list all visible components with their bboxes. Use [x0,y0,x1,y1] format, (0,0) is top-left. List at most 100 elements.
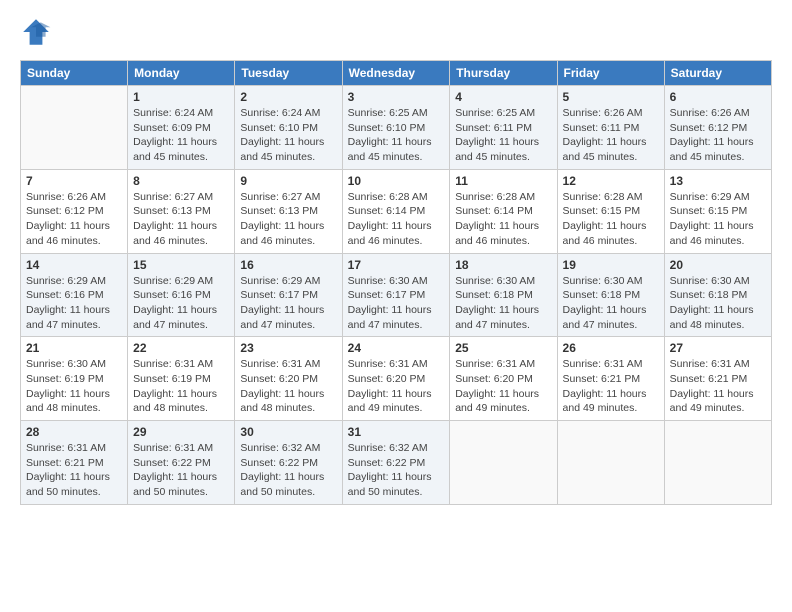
day-info: Sunrise: 6:31 AMSunset: 6:20 PMDaylight:… [240,357,336,416]
day-info: Sunrise: 6:28 AMSunset: 6:15 PMDaylight:… [563,190,659,249]
calendar-day-cell: 7 Sunrise: 6:26 AMSunset: 6:12 PMDaylight… [21,169,128,253]
day-info: Sunrise: 6:28 AMSunset: 6:14 PMDaylight:… [455,190,551,249]
weekday-header: Friday [557,61,664,86]
calendar-day-cell: 28 Sunrise: 6:31 AMSunset: 6:21 PMDayligh… [21,421,128,505]
weekday-header: Tuesday [235,61,342,86]
calendar-day-cell: 9 Sunrise: 6:27 AMSunset: 6:13 PMDaylight… [235,169,342,253]
calendar-day-cell: 4 Sunrise: 6:25 AMSunset: 6:11 PMDaylight… [450,86,557,170]
day-info: Sunrise: 6:32 AMSunset: 6:22 PMDaylight:… [240,441,336,500]
day-info: Sunrise: 6:32 AMSunset: 6:22 PMDaylight:… [348,441,445,500]
calendar-day-cell: 6 Sunrise: 6:26 AMSunset: 6:12 PMDaylight… [664,86,771,170]
day-info: Sunrise: 6:27 AMSunset: 6:13 PMDaylight:… [133,190,229,249]
calendar-week-row: 7 Sunrise: 6:26 AMSunset: 6:12 PMDaylight… [21,169,772,253]
calendar-day-cell [450,421,557,505]
calendar-day-cell: 26 Sunrise: 6:31 AMSunset: 6:21 PMDayligh… [557,337,664,421]
day-info: Sunrise: 6:29 AMSunset: 6:16 PMDaylight:… [26,274,122,333]
weekday-header: Sunday [21,61,128,86]
day-number: 20 [670,258,766,272]
calendar-day-cell: 14 Sunrise: 6:29 AMSunset: 6:16 PMDayligh… [21,253,128,337]
day-info: Sunrise: 6:31 AMSunset: 6:20 PMDaylight:… [348,357,445,416]
calendar-day-cell: 25 Sunrise: 6:31 AMSunset: 6:20 PMDayligh… [450,337,557,421]
day-number: 18 [455,258,551,272]
day-number: 29 [133,425,229,439]
calendar-day-cell: 12 Sunrise: 6:28 AMSunset: 6:15 PMDayligh… [557,169,664,253]
day-number: 1 [133,90,229,104]
day-number: 19 [563,258,659,272]
day-info: Sunrise: 6:30 AMSunset: 6:19 PMDaylight:… [26,357,122,416]
calendar-day-cell: 20 Sunrise: 6:30 AMSunset: 6:18 PMDayligh… [664,253,771,337]
day-number: 22 [133,341,229,355]
day-info: Sunrise: 6:31 AMSunset: 6:21 PMDaylight:… [563,357,659,416]
day-number: 15 [133,258,229,272]
day-info: Sunrise: 6:31 AMSunset: 6:20 PMDaylight:… [455,357,551,416]
calendar-week-row: 1 Sunrise: 6:24 AMSunset: 6:09 PMDaylight… [21,86,772,170]
day-number: 27 [670,341,766,355]
calendar-day-cell: 22 Sunrise: 6:31 AMSunset: 6:19 PMDayligh… [128,337,235,421]
day-number: 5 [563,90,659,104]
day-info: Sunrise: 6:31 AMSunset: 6:19 PMDaylight:… [133,357,229,416]
day-info: Sunrise: 6:30 AMSunset: 6:17 PMDaylight:… [348,274,445,333]
day-number: 14 [26,258,122,272]
day-info: Sunrise: 6:30 AMSunset: 6:18 PMDaylight:… [455,274,551,333]
calendar-week-row: 14 Sunrise: 6:29 AMSunset: 6:16 PMDayligh… [21,253,772,337]
calendar-day-cell: 5 Sunrise: 6:26 AMSunset: 6:11 PMDaylight… [557,86,664,170]
day-number: 30 [240,425,336,439]
day-info: Sunrise: 6:31 AMSunset: 6:22 PMDaylight:… [133,441,229,500]
weekday-header: Monday [128,61,235,86]
day-number: 9 [240,174,336,188]
day-number: 6 [670,90,766,104]
calendar-day-cell: 18 Sunrise: 6:30 AMSunset: 6:18 PMDayligh… [450,253,557,337]
day-info: Sunrise: 6:26 AMSunset: 6:11 PMDaylight:… [563,106,659,165]
page-header [20,16,772,48]
calendar-day-cell: 30 Sunrise: 6:32 AMSunset: 6:22 PMDayligh… [235,421,342,505]
day-number: 8 [133,174,229,188]
calendar-day-cell: 2Sunrise: 6:24 AMSunset: 6:10 PMDaylight… [235,86,342,170]
calendar-day-cell [664,421,771,505]
day-info: Sunrise: 6:29 AMSunset: 6:17 PMDaylight:… [240,274,336,333]
calendar-day-cell [557,421,664,505]
calendar-day-cell: 11 Sunrise: 6:28 AMSunset: 6:14 PMDayligh… [450,169,557,253]
calendar-day-cell: 19Sunrise: 6:30 AMSunset: 6:18 PMDayligh… [557,253,664,337]
calendar-table: SundayMondayTuesdayWednesdayThursdayFrid… [20,60,772,505]
calendar-week-row: 28 Sunrise: 6:31 AMSunset: 6:21 PMDayligh… [21,421,772,505]
day-number: 23 [240,341,336,355]
logo-icon [20,16,52,48]
calendar-day-cell: 8 Sunrise: 6:27 AMSunset: 6:13 PMDaylight… [128,169,235,253]
day-number: 16 [240,258,336,272]
day-info: Sunrise: 6:25 AMSunset: 6:11 PMDaylight:… [455,106,551,165]
calendar-day-cell: 1 Sunrise: 6:24 AMSunset: 6:09 PMDaylight… [128,86,235,170]
day-number: 31 [348,425,445,439]
day-number: 25 [455,341,551,355]
day-info: Sunrise: 6:26 AMSunset: 6:12 PMDaylight:… [26,190,122,249]
day-info: Sunrise: 6:26 AMSunset: 6:12 PMDaylight:… [670,106,766,165]
day-info: Sunrise: 6:27 AMSunset: 6:13 PMDaylight:… [240,190,336,249]
calendar-day-cell: 17Sunrise: 6:30 AMSunset: 6:17 PMDayligh… [342,253,450,337]
day-info: Sunrise: 6:31 AMSunset: 6:21 PMDaylight:… [670,357,766,416]
day-number: 3 [348,90,445,104]
day-number: 12 [563,174,659,188]
day-number: 26 [563,341,659,355]
weekday-header: Thursday [450,61,557,86]
calendar-day-cell: 23 Sunrise: 6:31 AMSunset: 6:20 PMDayligh… [235,337,342,421]
day-number: 11 [455,174,551,188]
day-info: Sunrise: 6:29 AMSunset: 6:15 PMDaylight:… [670,190,766,249]
day-info: Sunrise: 6:24 AMSunset: 6:10 PMDaylight:… [240,106,336,165]
weekday-header: Wednesday [342,61,450,86]
weekday-header: Saturday [664,61,771,86]
calendar-day-cell: 29 Sunrise: 6:31 AMSunset: 6:22 PMDayligh… [128,421,235,505]
calendar-day-cell: 21Sunrise: 6:30 AMSunset: 6:19 PMDayligh… [21,337,128,421]
day-number: 7 [26,174,122,188]
calendar-day-cell: 15Sunrise: 6:29 AMSunset: 6:16 PMDayligh… [128,253,235,337]
day-info: Sunrise: 6:28 AMSunset: 6:14 PMDaylight:… [348,190,445,249]
day-number: 10 [348,174,445,188]
day-number: 4 [455,90,551,104]
day-number: 28 [26,425,122,439]
day-number: 13 [670,174,766,188]
calendar-day-cell: 24 Sunrise: 6:31 AMSunset: 6:20 PMDayligh… [342,337,450,421]
calendar-week-row: 21Sunrise: 6:30 AMSunset: 6:19 PMDayligh… [21,337,772,421]
calendar-day-cell [21,86,128,170]
day-info: Sunrise: 6:24 AMSunset: 6:09 PMDaylight:… [133,106,229,165]
day-number: 24 [348,341,445,355]
day-info: Sunrise: 6:31 AMSunset: 6:21 PMDaylight:… [26,441,122,500]
day-info: Sunrise: 6:30 AMSunset: 6:18 PMDaylight:… [670,274,766,333]
